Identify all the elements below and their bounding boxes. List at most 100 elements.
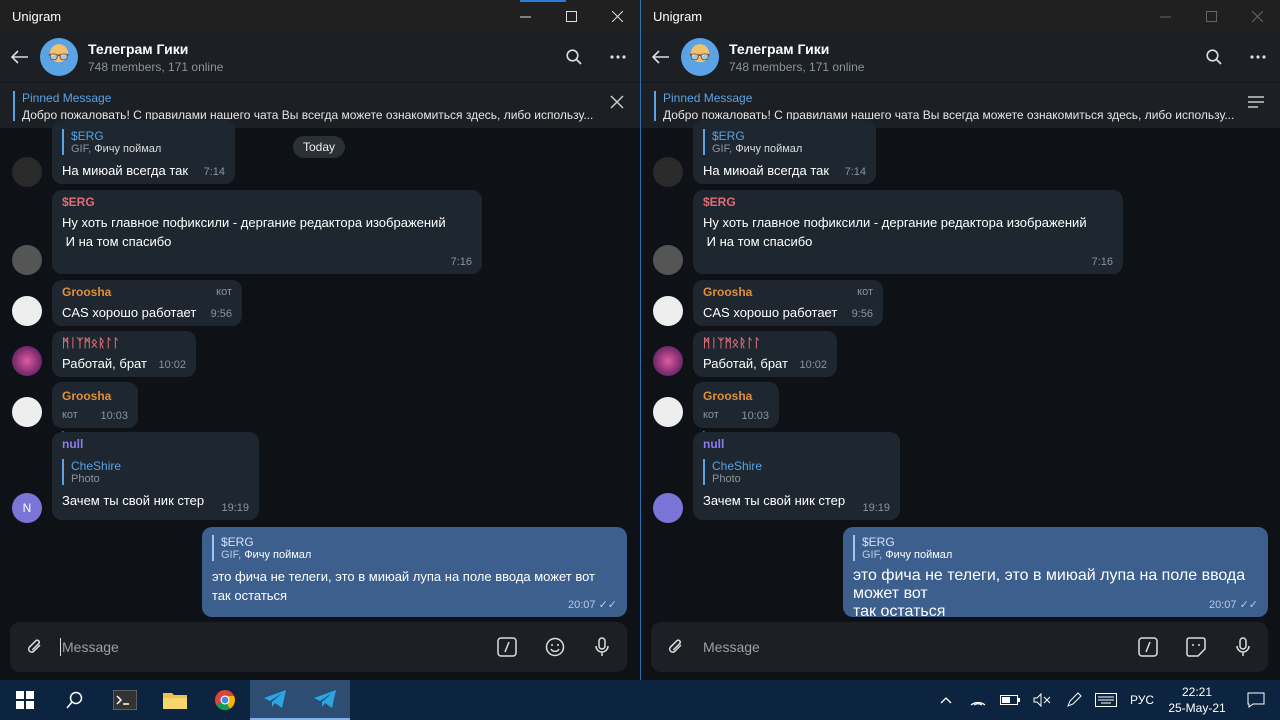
own-message-bubble[interactable]: $ERG GIF, Фичу поймал это фича не телеги… — [202, 527, 627, 617]
reply-preview[interactable]: $ERG GIF, Фичу поймал — [703, 129, 866, 155]
avatar[interactable] — [653, 157, 683, 187]
voice-button[interactable] — [595, 622, 609, 672]
chat-info[interactable]: Телеграм Гики 748 members, 171 online — [88, 41, 223, 74]
message-list[interactable]: Today $ERG GIF, Фичу поймал На миюай все… — [0, 120, 640, 626]
message-bubble[interactable]: $ERG GIF, Фичу поймал На миюай всегда та… — [52, 120, 235, 184]
message-bubble[interactable]: Groosha кот CAS хорошо работает 9:56 — [693, 280, 883, 326]
reply-kind: GIF, — [221, 549, 242, 561]
message-bubble[interactable]: null CheShire Photo Зачем ты свой ник ст… — [693, 432, 900, 520]
sender-name[interactable]: $ERG — [703, 195, 1113, 209]
input-language[interactable]: РУС — [1122, 693, 1162, 707]
more-icon[interactable] — [610, 55, 626, 59]
message-bubble[interactable]: Groosha кот ) 10:03 — [52, 382, 138, 444]
message-bubble[interactable]: $ERG GIF, Фичу поймал На миюай всегда та… — [693, 120, 876, 184]
avatar[interactable] — [653, 346, 683, 376]
maximize-button[interactable] — [1188, 0, 1234, 32]
sender-name[interactable]: ᛗᛁᛉᛗᛟᚱᛚᛚ — [703, 336, 827, 350]
list-icon — [1248, 96, 1264, 108]
voice-button[interactable] — [1236, 622, 1250, 672]
speaker-muted-icon — [1033, 693, 1051, 707]
taskbar-chrome[interactable] — [200, 680, 250, 720]
attach-button[interactable] — [667, 622, 685, 672]
volume-button[interactable] — [1026, 693, 1058, 707]
message-input[interactable]: Message — [62, 639, 119, 655]
slash-command-icon — [1138, 637, 1158, 657]
message-list[interactable]: $ERG GIF, Фичу поймал На миюай всегда та… — [641, 120, 1280, 626]
sticker-button[interactable] — [1186, 622, 1206, 672]
taskbar-unigram-2[interactable] — [300, 680, 350, 720]
reply-preview[interactable]: CheShire Photo — [62, 459, 249, 485]
message-bubble[interactable]: ᛗᛁᛉᛗᛟᚱᛚᛚ Работай, брат 10:02 — [693, 331, 837, 377]
message-time: 20:07 ✓✓ — [568, 598, 617, 611]
pen-button[interactable] — [1058, 692, 1090, 708]
taskbar-search-button[interactable] — [50, 680, 100, 720]
sender-name[interactable]: $ERG — [62, 195, 472, 209]
message-input[interactable]: Message — [703, 639, 760, 655]
composer[interactable]: Message — [651, 622, 1268, 672]
message-time-value: 20:07 — [1208, 599, 1237, 611]
avatar[interactable] — [12, 245, 42, 275]
attach-button[interactable] — [26, 622, 44, 672]
close-button[interactable] — [594, 0, 640, 32]
reply-preview[interactable]: $ERG GIF, Фичу поймал — [62, 129, 225, 155]
commands-button[interactable] — [1138, 622, 1158, 672]
group-avatar[interactable]: 👓 — [40, 38, 78, 76]
folder-icon — [163, 693, 187, 709]
reply-preview[interactable]: CheShire Photo — [703, 459, 890, 485]
pinned-list-button[interactable] — [1248, 95, 1264, 114]
sender-name[interactable]: Groosha — [62, 285, 232, 299]
sender-name[interactable]: Groosha — [703, 389, 752, 403]
emoji-button[interactable] — [545, 622, 565, 672]
message-bubble[interactable]: ᛗᛁᛉᛗᛟᚱᛚᛚ Работай, брат 10:02 — [52, 331, 196, 377]
sender-name[interactable]: Groosha — [703, 285, 873, 299]
avatar[interactable] — [653, 397, 683, 427]
sender-name[interactable]: null — [703, 437, 890, 451]
clock[interactable]: 22:21 25-May-21 — [1162, 684, 1232, 716]
sender-name[interactable]: null — [62, 437, 249, 451]
composer[interactable]: Message — [10, 622, 627, 672]
reply-preview[interactable]: $ERG GIF, Фичу поймал — [212, 535, 617, 561]
back-button[interactable] — [0, 50, 40, 64]
avatar[interactable] — [12, 157, 42, 187]
avatar[interactable] — [12, 296, 42, 326]
pinned-indicator — [654, 91, 656, 121]
network-button[interactable] — [962, 693, 994, 707]
back-button[interactable] — [641, 50, 681, 64]
minimize-button[interactable] — [502, 0, 548, 32]
touch-keyboard-button[interactable] — [1090, 693, 1122, 707]
taskbar-unigram-1[interactable] — [250, 680, 300, 720]
notifications-button[interactable] — [1232, 692, 1280, 708]
more-icon[interactable] — [1250, 55, 1266, 59]
message-bubble[interactable]: null CheShire Photo Зачем ты свой ник ст… — [52, 432, 259, 520]
show-hidden-icons-button[interactable] — [930, 696, 962, 704]
close-button[interactable] — [1234, 0, 1280, 32]
start-button[interactable] — [0, 680, 50, 720]
app-title: Unigram — [12, 8, 62, 24]
taskbar-file-explorer[interactable] — [150, 680, 200, 720]
avatar[interactable]: N — [12, 493, 42, 523]
pinned-close-button[interactable] — [610, 95, 624, 114]
avatar[interactable] — [653, 296, 683, 326]
message-bubble[interactable]: Groosha кот CAS хорошо работает 9:56 — [52, 280, 242, 326]
taskbar-terminal[interactable] — [100, 680, 150, 720]
message-bubble[interactable]: $ERG Ну хоть главное пофиксили - дергани… — [693, 190, 1123, 274]
own-message-bubble[interactable]: $ERG GIF, Фичу поймал это фича не телеги… — [843, 527, 1268, 620]
sender-name[interactable]: ᛗᛁᛉᛗᛟᚱᛚᛚ — [62, 336, 186, 350]
commands-button[interactable] — [497, 622, 517, 672]
avatar[interactable] — [12, 397, 42, 427]
message-bubble[interactable]: $ERG Ну хоть главное пофиксили - дергани… — [52, 190, 482, 274]
reply-preview[interactable]: $ERG GIF, Фичу поймал — [853, 535, 1258, 561]
avatar[interactable] — [12, 346, 42, 376]
search-icon[interactable] — [566, 49, 582, 65]
group-avatar[interactable]: 👓 — [681, 38, 719, 76]
chat-info[interactable]: Телеграм Гики 748 members, 171 online — [729, 41, 864, 74]
search-icon[interactable] — [1206, 49, 1222, 65]
sender-name[interactable]: Groosha — [62, 389, 111, 403]
message-bubble[interactable]: Groosha кот ) 10:03 — [693, 382, 779, 444]
battery-button[interactable] — [994, 695, 1026, 705]
avatar[interactable] — [653, 245, 683, 275]
maximize-button[interactable] — [548, 0, 594, 32]
reply-text: Photo — [71, 473, 100, 485]
avatar[interactable] — [653, 493, 683, 523]
minimize-button[interactable] — [1142, 0, 1188, 32]
